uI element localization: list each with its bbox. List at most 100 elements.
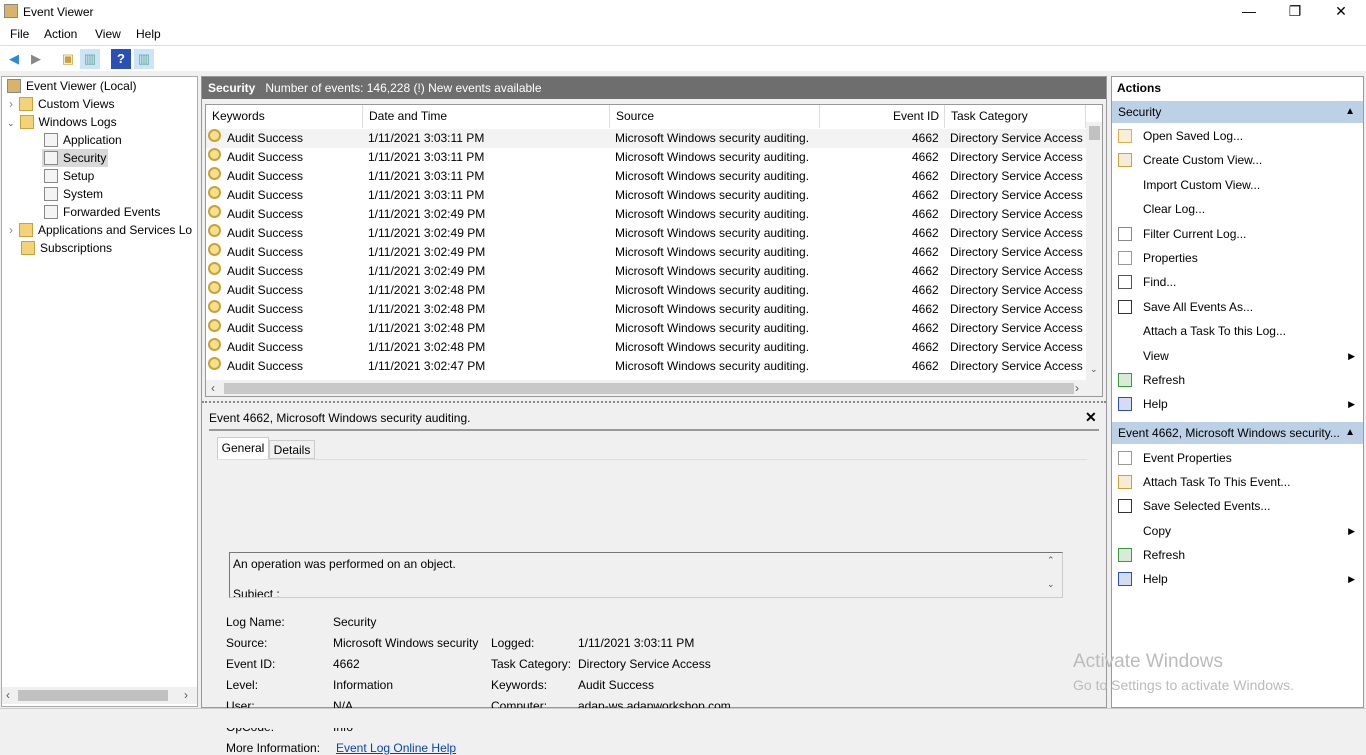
table-row[interactable]: Audit Success 1/11/2021 3:03:11 PM Micro… [206, 148, 1086, 167]
console-tree: Event Viewer (Local) › Custom Views ⌄ Wind… [1, 76, 198, 707]
tree-horizontal-scrollbar[interactable]: ‹ › [2, 687, 197, 704]
action-properties[interactable]: Properties [1112, 246, 1363, 270]
action-save-all-events-as[interactable]: Save All Events As... [1112, 295, 1363, 319]
action-find[interactable]: Find... [1112, 270, 1363, 294]
scroll-left-icon[interactable]: ‹ [6, 688, 10, 702]
table-row[interactable]: Audit Success 1/11/2021 3:02:48 PM Micro… [206, 281, 1086, 300]
collapse-icon[interactable]: ▲ [1345, 422, 1355, 444]
action-help[interactable]: Help ▶ [1112, 392, 1363, 416]
action-open-saved-log[interactable]: Open Saved Log... [1112, 124, 1363, 148]
action-event-properties[interactable]: Event Properties [1112, 446, 1363, 470]
cell-event-id: 4662 [912, 321, 939, 335]
column-keywords[interactable]: Keywords [206, 105, 363, 128]
filter-icon [1118, 226, 1132, 241]
tree-windows-logs[interactable]: ⌄ Windows Logs [7, 113, 117, 131]
scrollbar-thumb[interactable] [224, 383, 1074, 394]
tab-general[interactable]: General [217, 437, 269, 459]
scroll-up-icon[interactable]: ⌃ [1047, 555, 1055, 566]
column-source[interactable]: Source [610, 105, 820, 128]
cell-keywords: Audit Success [227, 264, 304, 278]
action-filter-current-log[interactable]: Filter Current Log... [1112, 222, 1363, 246]
minimize-button[interactable]: — [1226, 0, 1272, 23]
properties-icon [1118, 251, 1132, 265]
menu-file[interactable]: File [10, 27, 29, 41]
tree-security[interactable]: Security [42, 149, 109, 167]
menu-help[interactable]: Help [136, 27, 161, 41]
column-date-time[interactable]: Date and Time [363, 105, 610, 128]
cell-date-time: 1/11/2021 3:02:49 PM [368, 226, 486, 240]
cell-source: Microsoft Windows security auditing. [615, 302, 810, 316]
column-event-id[interactable]: Event ID [820, 105, 945, 128]
action-create-custom-view[interactable]: Create Custom View... [1112, 148, 1363, 172]
cell-keywords: Audit Success [227, 245, 304, 259]
column-task-category[interactable]: Task Category [945, 105, 1086, 128]
scroll-right-icon[interactable]: › [184, 688, 188, 702]
action-attach-task-to-this-event[interactable]: Attach Task To This Event... [1112, 470, 1363, 494]
table-row[interactable]: Audit Success 1/11/2021 3:02:48 PM Micro… [206, 319, 1086, 338]
tree-setup[interactable]: Setup [44, 167, 94, 185]
cell-date-time: 1/11/2021 3:02:48 PM [368, 283, 486, 297]
cell-date-time: 1/11/2021 3:02:48 PM [368, 340, 486, 354]
action-view[interactable]: View ▶ [1112, 344, 1363, 368]
subscriptions-icon [21, 241, 35, 255]
scroll-down-icon[interactable]: ⌄ [1090, 364, 1098, 375]
scroll-right-icon[interactable]: › [1075, 381, 1079, 395]
tree-applications-services[interactable]: › Applications and Services Lo [9, 221, 192, 239]
action-import-custom-view[interactable]: Import Custom View... [1112, 173, 1363, 197]
show-hide-tree-icon[interactable]: ▥ [80, 49, 100, 69]
tree-application[interactable]: Application [44, 131, 122, 149]
table-row[interactable]: Audit Success 1/11/2021 3:02:49 PM Micro… [206, 224, 1086, 243]
scrollbar-thumb[interactable] [18, 690, 168, 701]
chevron-right-icon[interactable]: › [9, 223, 13, 237]
tree-forwarded-events[interactable]: Forwarded Events [44, 203, 160, 221]
table-row[interactable]: Audit Success 1/11/2021 3:02:49 PM Micro… [206, 262, 1086, 281]
tree-event-viewer-local[interactable]: Event Viewer (Local) [7, 77, 137, 95]
events-horizontal-scrollbar[interactable]: ‹ › [206, 380, 1102, 396]
back-icon[interactable]: ◀ [4, 49, 24, 69]
action-copy[interactable]: Copy ▶ [1112, 519, 1363, 543]
table-row[interactable]: Audit Success 1/11/2021 3:02:48 PM Micro… [206, 338, 1086, 357]
table-row[interactable]: Audit Success 1/11/2021 3:03:11 PM Micro… [206, 129, 1086, 148]
cell-task-category: Directory Service Access [950, 150, 1083, 164]
table-row[interactable]: Audit Success 1/11/2021 3:03:11 PM Micro… [206, 186, 1086, 205]
table-row[interactable]: Audit Success 1/11/2021 3:02:49 PM Micro… [206, 243, 1086, 262]
cell-event-id: 4662 [912, 359, 939, 373]
tree-system[interactable]: System [44, 185, 103, 203]
open-icon [1118, 129, 1132, 143]
action-save-selected-events[interactable]: Save Selected Events... [1112, 494, 1363, 518]
actions-section-event[interactable]: Event 4662, Microsoft Windows security..… [1112, 422, 1363, 444]
menu-action[interactable]: Action [44, 27, 77, 41]
table-row[interactable]: Audit Success 1/11/2021 3:02:47 PM Micro… [206, 357, 1086, 376]
close-button[interactable]: ✕ [1318, 0, 1364, 23]
status-bar [0, 708, 1366, 728]
table-row[interactable]: Audit Success 1/11/2021 3:02:49 PM Micro… [206, 205, 1086, 224]
up-folder-icon[interactable]: ▣ [58, 49, 78, 69]
tree-subscriptions[interactable]: Subscriptions [21, 239, 112, 257]
event-log-online-help-link[interactable]: Event Log Online Help [336, 741, 456, 755]
forward-icon[interactable]: ▶ [26, 49, 46, 69]
actions-section-security[interactable]: Security ▲ [1112, 101, 1363, 123]
show-hide-action-pane-icon[interactable]: ▥ [134, 49, 154, 69]
action-clear-log[interactable]: Clear Log... [1112, 197, 1363, 221]
menu-view[interactable]: View [95, 27, 121, 41]
tree-custom-views[interactable]: › Custom Views [9, 95, 114, 113]
help-icon[interactable]: ? [111, 49, 131, 69]
scroll-down-icon[interactable]: ⌄ [1047, 579, 1055, 590]
close-detail-icon[interactable]: ✕ [1085, 409, 1097, 426]
events-vertical-scrollbar[interactable]: ⌄ [1086, 122, 1102, 380]
table-row[interactable]: Audit Success 1/11/2021 3:02:48 PM Micro… [206, 300, 1086, 319]
cell-date-time: 1/11/2021 3:03:11 PM [368, 188, 485, 202]
action-refresh[interactable]: Refresh [1112, 543, 1363, 567]
scroll-left-icon[interactable]: ‹ [211, 381, 215, 395]
event-description-box[interactable]: An operation was performed on an object.… [229, 552, 1063, 598]
tab-details[interactable]: Details [269, 440, 315, 459]
scrollbar-thumb[interactable] [1089, 126, 1100, 140]
action-help[interactable]: Help ▶ [1112, 567, 1363, 591]
chevron-down-icon[interactable]: ⌄ [7, 118, 15, 128]
table-row[interactable]: Audit Success 1/11/2021 3:03:11 PM Micro… [206, 167, 1086, 186]
action-attach-a-task-to-this-log[interactable]: Attach a Task To this Log... [1112, 319, 1363, 343]
chevron-right-icon[interactable]: › [9, 97, 13, 111]
restore-button[interactable]: ❐ [1272, 0, 1318, 23]
collapse-icon[interactable]: ▲ [1345, 101, 1355, 123]
action-refresh[interactable]: Refresh [1112, 368, 1363, 392]
